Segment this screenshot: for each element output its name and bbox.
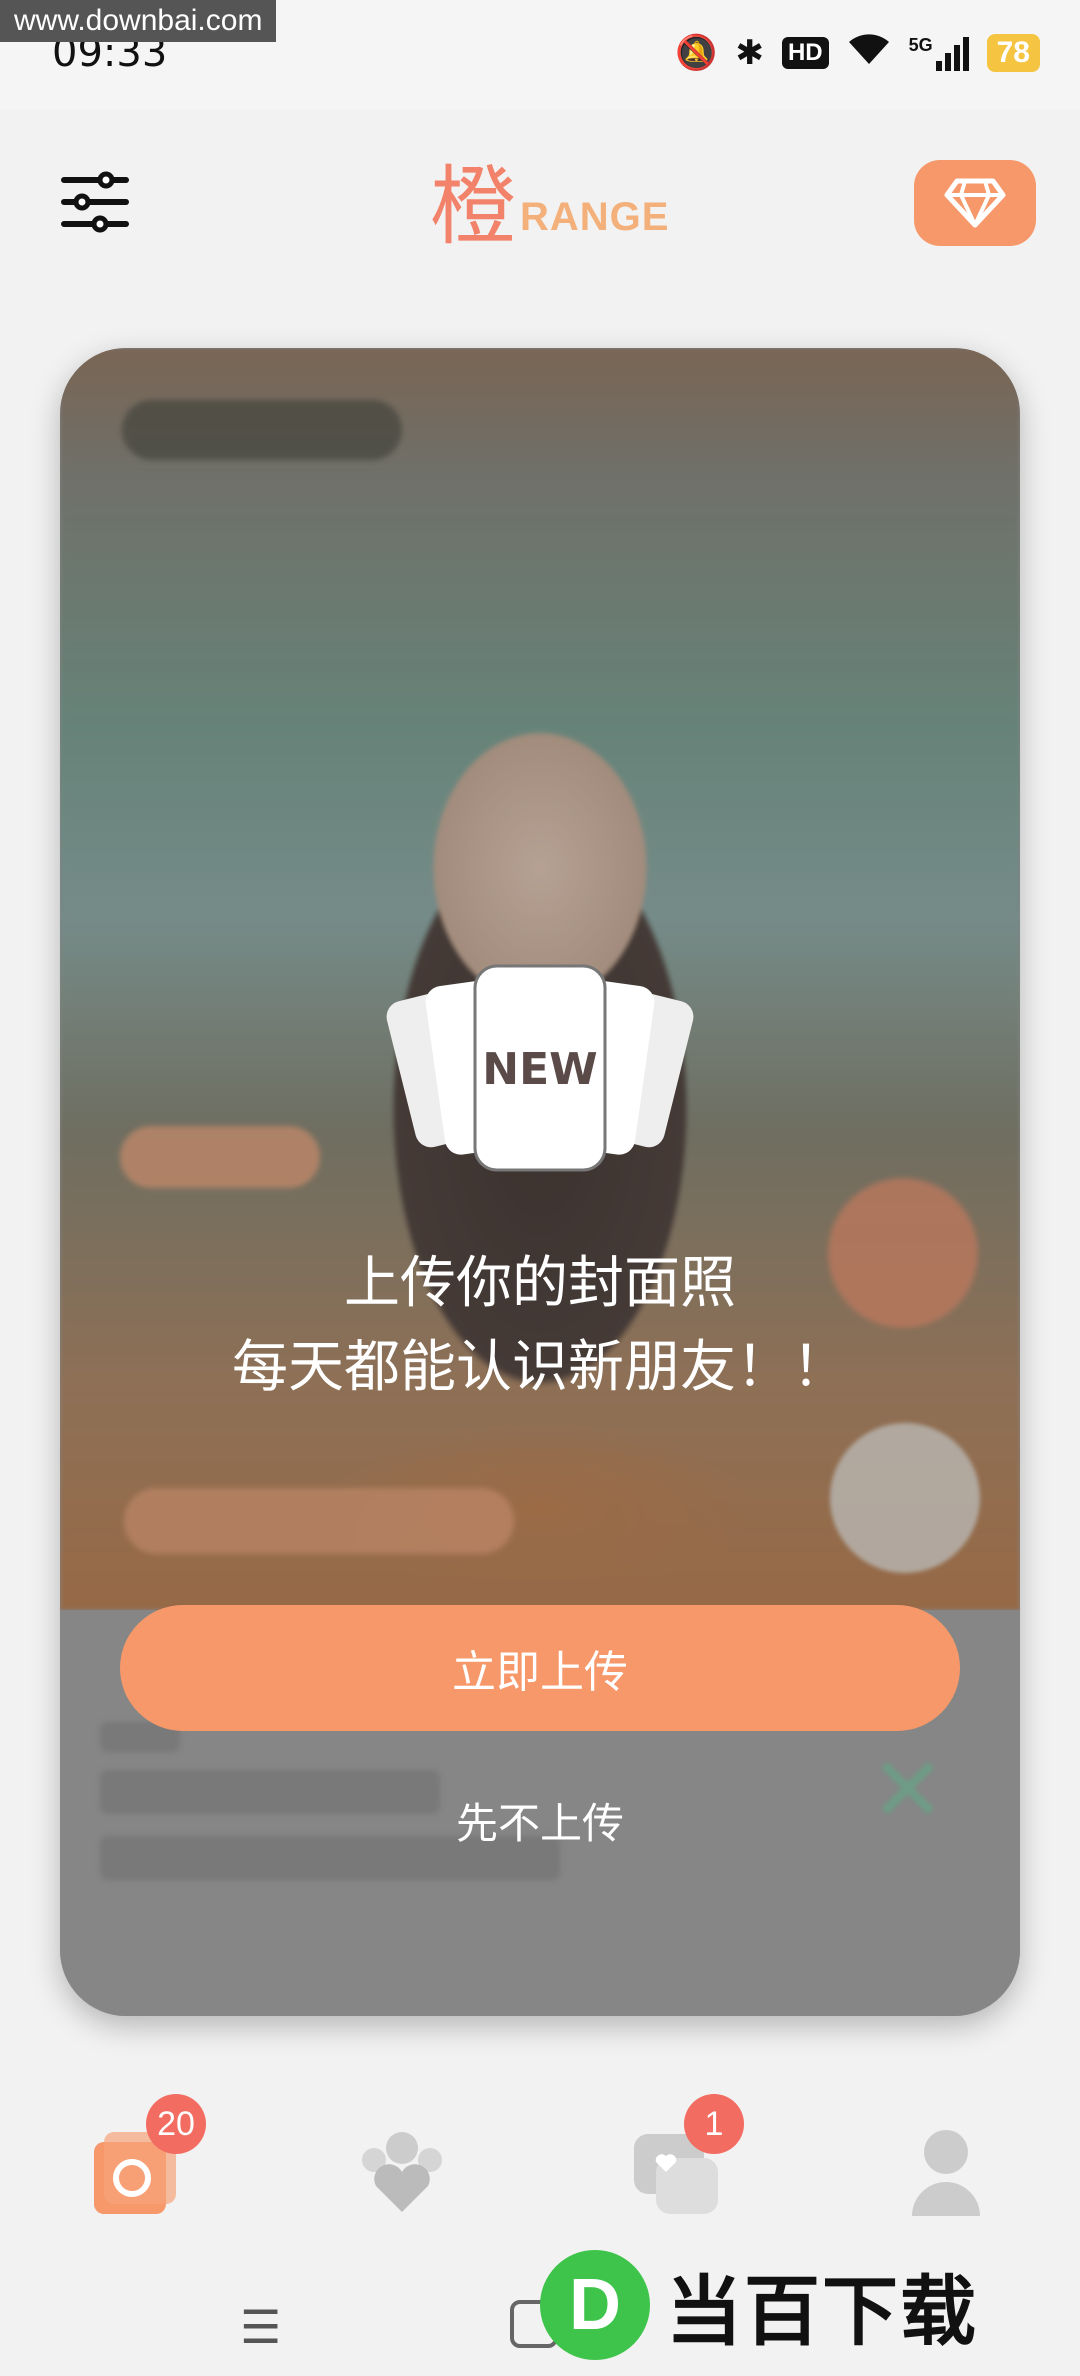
filter-settings-button[interactable] bbox=[60, 170, 130, 234]
status-icons: 🔕 ✱ HD 5G 78 bbox=[675, 30, 1040, 75]
nav-messages[interactable]: 1 bbox=[626, 2094, 744, 2220]
upload-prompt-line1: 上传你的封面照 bbox=[344, 1251, 736, 1316]
friends-heart-icon bbox=[362, 2132, 442, 2212]
cards-count-badge: 20 bbox=[146, 2094, 206, 2154]
new-cards-icon: NEW bbox=[380, 962, 700, 1182]
messages-count-badge: 1 bbox=[684, 2094, 744, 2154]
vip-diamond-button[interactable] bbox=[914, 160, 1036, 246]
nav-matches[interactable] bbox=[352, 2120, 452, 2220]
upload-prompt-line2: 每天都能认识新朋友！！ bbox=[232, 1335, 848, 1400]
wifi-icon bbox=[847, 30, 891, 75]
download-banner: D 当百下载 bbox=[540, 2250, 978, 2360]
bottom-nav: 20 1 bbox=[0, 2060, 1080, 2260]
menu-icon[interactable]: ☰ bbox=[240, 2300, 281, 2354]
nav-cards[interactable]: 20 bbox=[86, 2094, 206, 2220]
signal-icon: 5G bbox=[909, 35, 969, 71]
mute-bell-icon: 🔕 bbox=[675, 33, 718, 72]
diamond-icon bbox=[944, 178, 1006, 228]
banner-text: 当百下载 bbox=[666, 2267, 978, 2356]
nav-profile[interactable] bbox=[896, 2120, 996, 2220]
upload-now-button[interactable]: 立即上传 bbox=[120, 1605, 960, 1731]
logo-chinese: 橙 bbox=[430, 157, 516, 257]
bluetooth-icon: ✱ bbox=[735, 33, 764, 72]
user-icon bbox=[912, 2130, 980, 2216]
hd-icon: HD bbox=[781, 36, 829, 69]
new-badge-label: NEW bbox=[482, 1044, 598, 1095]
battery-icon: 78 bbox=[986, 33, 1040, 72]
skip-upload-button[interactable]: 先不上传 bbox=[60, 1790, 1020, 1851]
sliders-icon bbox=[61, 171, 129, 233]
app-logo: 橙 RANGE bbox=[430, 150, 669, 250]
banner-logo: D bbox=[540, 2250, 650, 2360]
watermark: www.downbai.com bbox=[0, 0, 277, 42]
logo-english: RANGE bbox=[520, 195, 670, 239]
